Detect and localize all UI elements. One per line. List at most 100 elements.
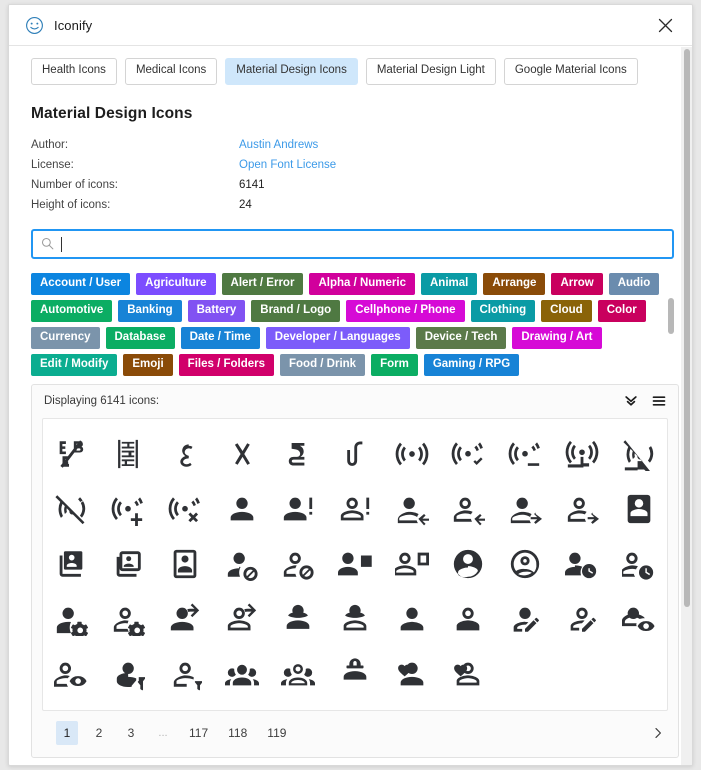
- icon-account-heart-outline[interactable]: [440, 647, 497, 702]
- tag-alpha-numeric[interactable]: Alpha / Numeric: [309, 272, 415, 295]
- icon-account-cowboy-hat-outline[interactable]: [327, 592, 384, 647]
- icon-ab-testing[interactable]: [43, 427, 100, 482]
- icon-account-alert[interactable]: [270, 482, 327, 537]
- icon-account-cowboy-hat[interactable]: [270, 592, 327, 647]
- icon-account-box-multiple-outline[interactable]: [100, 537, 157, 592]
- icon-account-cog-outline[interactable]: [100, 592, 157, 647]
- window-scrollbar[interactable]: [681, 47, 692, 765]
- page-button-119[interactable]: 119: [262, 721, 291, 745]
- icon-access-point-network-off[interactable]: [610, 427, 667, 482]
- icon-account-clock-outline[interactable]: [610, 537, 667, 592]
- meta-value-license[interactable]: Open Font License: [239, 159, 336, 171]
- page-button-2[interactable]: 2: [88, 721, 110, 745]
- tag-account-user[interactable]: Account / User: [31, 272, 131, 295]
- tag-edit-modify[interactable]: Edit / Modify: [31, 353, 118, 376]
- tag-agriculture[interactable]: Agriculture: [136, 272, 216, 295]
- chevron-right-icon[interactable]: [652, 727, 664, 739]
- icon-abacus[interactable]: [100, 427, 157, 482]
- icon-account-group-outline[interactable]: [270, 647, 327, 702]
- page-button-118[interactable]: 118: [223, 721, 252, 745]
- tag-food-drink[interactable]: Food / Drink: [280, 353, 366, 376]
- icon-account-cash[interactable]: [327, 537, 384, 592]
- icon-account-group[interactable]: [213, 647, 270, 702]
- icon-account-filter[interactable]: [100, 647, 157, 702]
- tag-database[interactable]: Database: [105, 326, 175, 349]
- icon-abugida-devanagari[interactable]: [270, 427, 327, 482]
- tag-audio[interactable]: Audio: [608, 272, 660, 295]
- tag-form[interactable]: Form: [371, 353, 418, 376]
- icon-account[interactable]: [213, 482, 270, 537]
- tag-arrange[interactable]: Arrange: [483, 272, 546, 295]
- tag-banking[interactable]: Banking: [118, 299, 182, 322]
- tag-cloud-scrollbar-thumb[interactable]: [668, 298, 674, 334]
- icon-abugida-thai[interactable]: [327, 427, 384, 482]
- icon-account-heart[interactable]: [383, 647, 440, 702]
- icon-account-details-outline[interactable]: [440, 592, 497, 647]
- tag-clothing[interactable]: Clothing: [470, 299, 536, 322]
- tag-brand-logo[interactable]: Brand / Logo: [251, 299, 341, 322]
- tag-files-folders[interactable]: Files / Folders: [178, 353, 274, 376]
- tag-device-tech[interactable]: Device / Tech: [415, 326, 507, 349]
- icon-access-point-plus[interactable]: [100, 482, 157, 537]
- icon-account-box-outline[interactable]: [156, 537, 213, 592]
- icon-account-eye-outline[interactable]: [43, 647, 100, 702]
- icon-account-edit-outline[interactable]: [554, 592, 611, 647]
- icon-account-arrow-right[interactable]: [497, 482, 554, 537]
- tag-date-time[interactable]: Date / Time: [180, 326, 260, 349]
- expand-all-icon[interactable]: [624, 394, 638, 408]
- icon-account-cancel-outline[interactable]: [270, 537, 327, 592]
- icon-account-details[interactable]: [383, 592, 440, 647]
- page-button-3[interactable]: 3: [120, 721, 142, 745]
- tag-developer-languages[interactable]: Developer / Languages: [265, 326, 410, 349]
- icon-account-cog[interactable]: [43, 592, 100, 647]
- icon-account-edit[interactable]: [497, 592, 554, 647]
- icon-account-clock[interactable]: [554, 537, 611, 592]
- tag-alert-error[interactable]: Alert / Error: [221, 272, 304, 295]
- tag-arrow[interactable]: Arrow: [551, 272, 603, 295]
- icon-account-box-multiple[interactable]: [43, 537, 100, 592]
- tag-automotive[interactable]: Automotive: [31, 299, 113, 322]
- icon-account-circle-outline[interactable]: [497, 537, 554, 592]
- page-button-1[interactable]: 1: [56, 720, 78, 745]
- tab-medical-icons[interactable]: Medical Icons: [124, 58, 218, 85]
- icon-account-convert-outline[interactable]: [213, 592, 270, 647]
- search-input[interactable]: [62, 232, 664, 255]
- close-icon[interactable]: [652, 12, 678, 38]
- tag-color[interactable]: Color: [597, 299, 646, 322]
- icon-account-alert-outline[interactable]: [327, 482, 384, 537]
- icon-account-convert[interactable]: [156, 592, 213, 647]
- icon-access-point-off[interactable]: [43, 482, 100, 537]
- icon-abjad-arabic[interactable]: [156, 427, 213, 482]
- tag-currency[interactable]: Currency: [31, 326, 100, 349]
- tag-cloud[interactable]: Cloud: [541, 299, 592, 322]
- tag-gaming-rpg[interactable]: Gaming / RPG: [423, 353, 520, 376]
- icon-account-box[interactable]: [610, 482, 667, 537]
- icon-access-point[interactable]: [383, 427, 440, 482]
- tag-animal[interactable]: Animal: [421, 272, 478, 295]
- icon-access-point-network[interactable]: [554, 427, 611, 482]
- icon-account-circle[interactable]: [440, 537, 497, 592]
- tag-emoji[interactable]: Emoji: [123, 353, 173, 376]
- icon-account-cancel[interactable]: [213, 537, 270, 592]
- tab-health-icons[interactable]: Health Icons: [31, 58, 117, 85]
- icon-access-point-remove[interactable]: [156, 482, 213, 537]
- meta-value-author[interactable]: Austin Andrews: [239, 139, 318, 151]
- icon-account-eye[interactable]: [610, 592, 667, 647]
- list-menu-icon[interactable]: [652, 394, 666, 408]
- icon-access-point-minus[interactable]: [497, 427, 554, 482]
- tag-drawing-art[interactable]: Drawing / Art: [512, 326, 602, 349]
- icon-account-hard-hat[interactable]: [327, 647, 384, 702]
- icon-abjad-hebrew[interactable]: [213, 427, 270, 482]
- search-box[interactable]: [31, 228, 674, 259]
- page-button-117[interactable]: 117: [184, 721, 213, 745]
- window-scrollbar-thumb[interactable]: [684, 49, 690, 607]
- tab-material-design-light[interactable]: Material Design Light: [365, 58, 496, 85]
- icon-account-arrow-left-outline[interactable]: [440, 482, 497, 537]
- tag-cellphone-phone[interactable]: Cellphone / Phone: [346, 299, 465, 322]
- tag-cloud-scrollbar[interactable]: [668, 298, 674, 402]
- icon-access-point-check[interactable]: [440, 427, 497, 482]
- icon-account-arrow-left[interactable]: [383, 482, 440, 537]
- icon-account-arrow-right-outline[interactable]: [554, 482, 611, 537]
- icon-account-cash-outline[interactable]: [383, 537, 440, 592]
- tag-battery[interactable]: Battery: [187, 299, 246, 322]
